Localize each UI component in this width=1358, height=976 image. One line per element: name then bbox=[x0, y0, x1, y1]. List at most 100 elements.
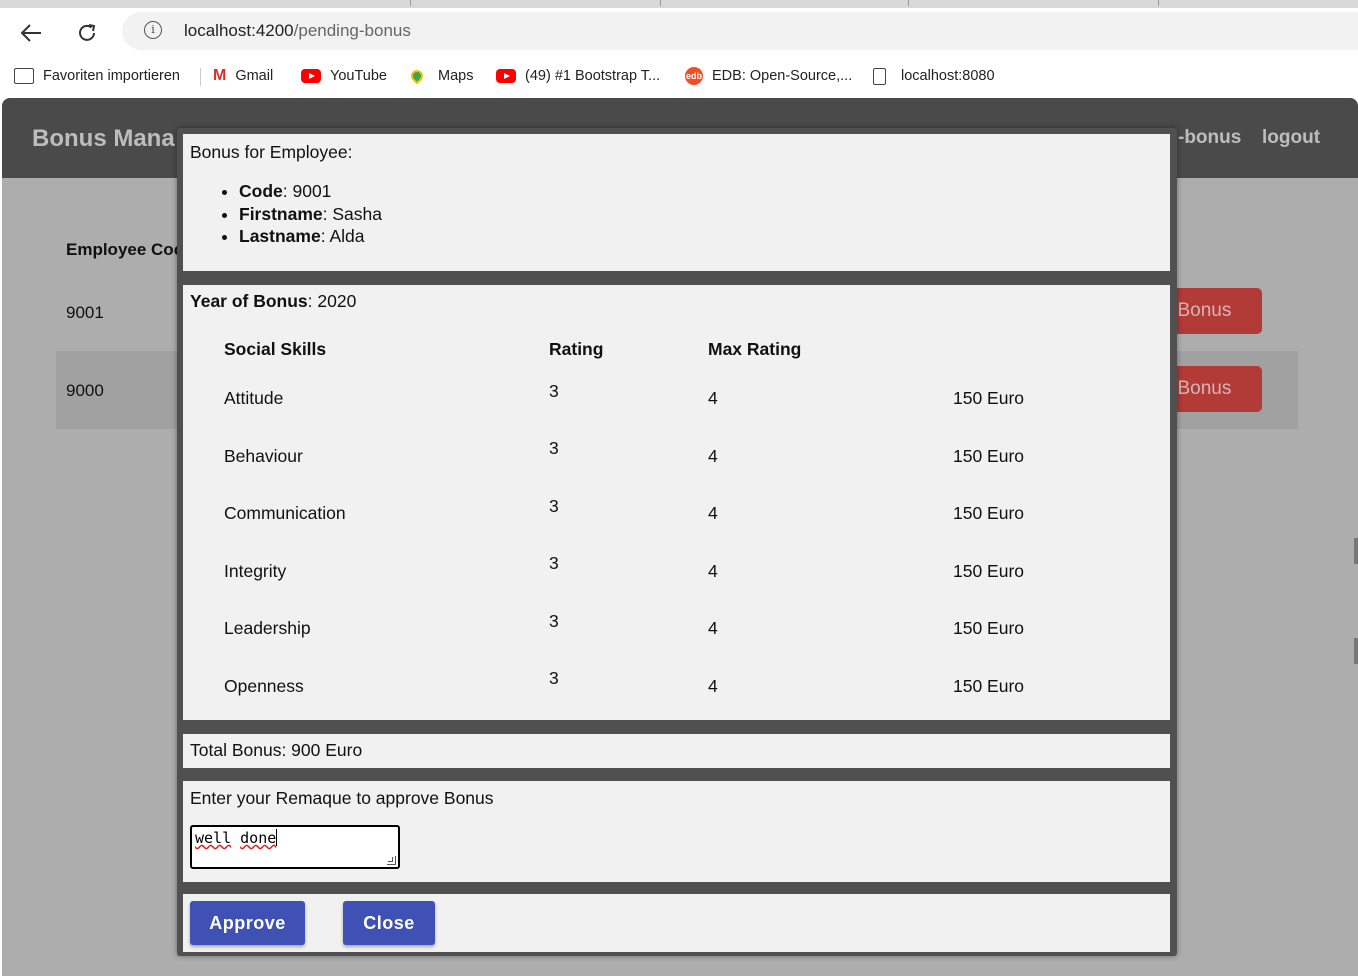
skill-max-rating: 4 bbox=[708, 503, 718, 523]
bookmarks-bar: Favoriten importieren M Gmail YouTube Map… bbox=[0, 58, 1358, 94]
skill-amount: 150 Euro bbox=[953, 446, 1025, 466]
year-label: Year of Bonus bbox=[190, 291, 308, 311]
employee-details-list: Code: 9001 Firstname: Sasha Lastname: Al… bbox=[212, 180, 382, 248]
edb-icon: edb bbox=[685, 67, 703, 85]
year-value: : 2020 bbox=[307, 291, 357, 311]
bookmark-edb[interactable]: edb EDB: Open-Source,... bbox=[685, 66, 852, 86]
browser-toolbar: i localhost:4200/pending-bonus bbox=[0, 8, 1358, 58]
close-button[interactable]: Close bbox=[343, 901, 435, 945]
text-caret bbox=[276, 829, 278, 846]
bonus-dialog: Bonus for Employee: Code: 9001 Firstname… bbox=[177, 128, 1177, 956]
remark-word: well bbox=[195, 829, 232, 847]
list-item: Lastname: Alda bbox=[239, 225, 382, 248]
bookmark-bootstrap[interactable]: (49) #1 Bootstrap T... bbox=[496, 66, 660, 86]
skill-rating: 3 bbox=[549, 496, 559, 516]
skill-name: Attitude bbox=[224, 388, 284, 408]
bookmark-label: localhost:8080 bbox=[901, 68, 995, 84]
address-bar[interactable]: i localhost:4200/pending-bonus bbox=[122, 12, 1358, 50]
skill-max-rating: 4 bbox=[708, 618, 718, 638]
skill-rating: 3 bbox=[549, 381, 559, 401]
bookmark-label: YouTube bbox=[330, 68, 387, 84]
list-item: Code: 9001 bbox=[239, 180, 382, 203]
bookmark-gmail[interactable]: M Gmail bbox=[213, 66, 273, 86]
bookmark-maps[interactable]: Maps bbox=[408, 66, 474, 86]
tab-separator bbox=[410, 0, 411, 6]
skill-amount: 150 Euro bbox=[953, 676, 1025, 696]
bookmark-label: (49) #1 Bootstrap T... bbox=[525, 68, 661, 84]
nav-link-logout[interactable]: logout bbox=[1262, 127, 1320, 149]
header-max-rating: Max Rating bbox=[708, 339, 802, 359]
list-item: Firstname: Sasha bbox=[239, 203, 382, 226]
youtube-icon bbox=[301, 69, 321, 83]
year-of-bonus: Year of Bonus: 2020 bbox=[190, 291, 356, 312]
skill-max-rating: 4 bbox=[708, 446, 718, 466]
skill-amount: 150 Euro bbox=[953, 618, 1025, 638]
remark-panel: Enter your Remaque to approve Bonus well… bbox=[183, 781, 1170, 882]
skill-name: Behaviour bbox=[224, 446, 303, 466]
detail-value: : 9001 bbox=[282, 181, 332, 201]
employee-heading: Bonus for Employee: bbox=[190, 142, 353, 162]
remark-word: done bbox=[240, 829, 277, 847]
skill-max-rating: 4 bbox=[708, 676, 718, 696]
bookmark-import-favorites[interactable]: Favoriten importieren bbox=[14, 66, 180, 86]
remark-label: Enter your Remaque to approve Bonus bbox=[190, 788, 494, 808]
skills-panel: Year of Bonus: 2020 Social Skills Rating… bbox=[183, 285, 1170, 720]
skill-name: Leadership bbox=[224, 618, 311, 638]
header-social-skills: Social Skills bbox=[224, 339, 327, 359]
back-arrow-icon[interactable] bbox=[16, 18, 46, 48]
detail-key: Firstname bbox=[239, 203, 323, 224]
document-icon bbox=[873, 67, 886, 85]
skill-amount: 150 Euro bbox=[953, 503, 1025, 523]
skill-rating: 3 bbox=[549, 611, 559, 631]
detail-key: Code bbox=[239, 181, 283, 201]
url-path: /pending-bonus bbox=[293, 21, 411, 40]
import-favorites-icon bbox=[14, 68, 34, 84]
skill-rating: 3 bbox=[549, 668, 559, 688]
employee-panel: Bonus for Employee: Code: 9001 Firstname… bbox=[183, 134, 1170, 271]
table-row-code: 9001 bbox=[66, 303, 104, 322]
skill-max-rating: 4 bbox=[708, 388, 718, 408]
total-panel: Total Bonus: 900 Euro bbox=[183, 734, 1170, 768]
resize-handle-icon[interactable] bbox=[387, 856, 396, 865]
bookmark-label: Favoriten importieren bbox=[43, 68, 180, 84]
bookmark-localhost[interactable]: localhost:8080 bbox=[873, 66, 995, 86]
skill-max-rating: 4 bbox=[708, 561, 718, 581]
skill-amount: 150 Euro bbox=[953, 561, 1025, 581]
approve-button[interactable]: Approve bbox=[190, 901, 305, 945]
skill-rating: 3 bbox=[549, 553, 559, 573]
nav-link-pending-bonus[interactable]: -bonus bbox=[1178, 127, 1241, 149]
total-bonus: Total Bonus: 900 Euro bbox=[190, 740, 363, 760]
bookmark-label: Gmail bbox=[235, 68, 274, 84]
remark-textarea[interactable]: well done bbox=[190, 825, 400, 869]
bookmark-label: EDB: Open-Source,... bbox=[712, 68, 853, 84]
address-url[interactable]: localhost:4200/pending-bonus bbox=[184, 21, 411, 41]
youtube-icon bbox=[496, 69, 516, 83]
actions-panel: Approve Close bbox=[183, 894, 1170, 952]
detail-value: : Alda bbox=[320, 226, 365, 246]
detail-value: : Sasha bbox=[322, 203, 382, 224]
bookmark-divider bbox=[200, 68, 201, 86]
reload-icon[interactable] bbox=[72, 18, 102, 48]
tab-strip bbox=[0, 0, 1358, 8]
tab-separator bbox=[908, 0, 909, 6]
site-info-icon[interactable]: i bbox=[144, 21, 162, 39]
maps-pin-icon bbox=[408, 67, 426, 85]
url-host: localhost:4200 bbox=[184, 21, 294, 40]
table-row-code: 9000 bbox=[66, 381, 104, 400]
skill-amount: 150 Euro bbox=[953, 388, 1025, 408]
bookmark-youtube[interactable]: YouTube bbox=[301, 66, 387, 86]
app-title: Bonus Mana bbox=[32, 125, 175, 152]
tab-separator bbox=[660, 0, 661, 6]
gmail-icon: M bbox=[213, 67, 227, 84]
bookmark-label: Maps bbox=[438, 68, 474, 84]
skill-name: Openness bbox=[224, 676, 304, 696]
scrollbar-mark bbox=[1354, 638, 1358, 664]
table-header-employee-code: Employee Coc bbox=[66, 240, 184, 259]
detail-key: Lastname bbox=[239, 226, 321, 246]
skill-name: Communication bbox=[224, 503, 346, 523]
header-rating: Rating bbox=[549, 339, 604, 359]
tab-separator bbox=[1158, 0, 1159, 6]
skill-rating: 3 bbox=[549, 438, 559, 458]
skill-name: Integrity bbox=[224, 561, 287, 581]
scrollbar-mark bbox=[1354, 538, 1358, 564]
